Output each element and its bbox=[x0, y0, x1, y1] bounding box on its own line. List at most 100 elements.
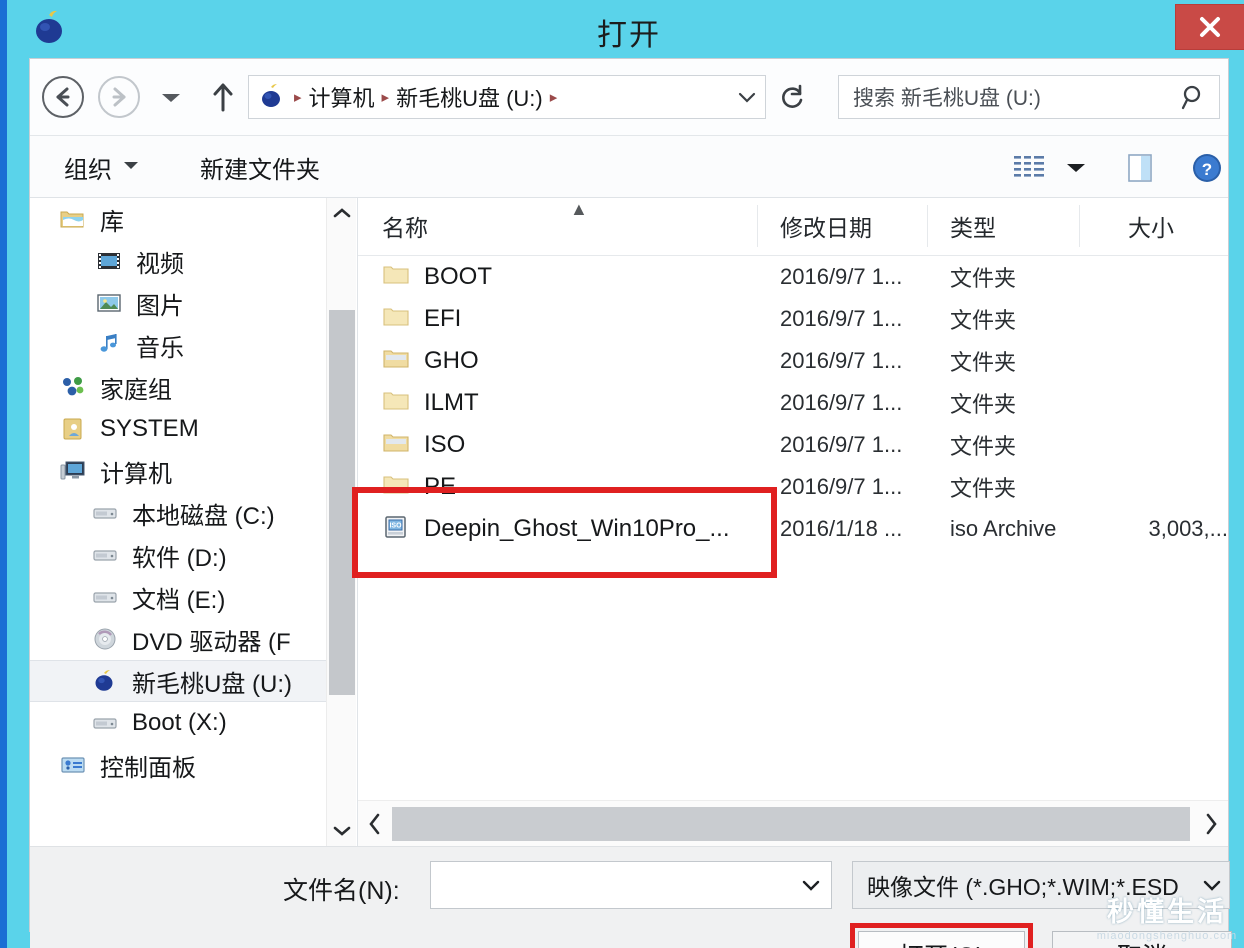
svg-text:ISO: ISO bbox=[389, 522, 402, 529]
cancel-button-label: 取消 bbox=[1117, 937, 1167, 948]
breadcrumb-item-usb[interactable]: 新毛桃U盘 (U:) bbox=[396, 81, 543, 113]
folder-icon bbox=[382, 304, 410, 335]
column-header-type-label: 类型 bbox=[950, 215, 996, 241]
up-button[interactable] bbox=[206, 79, 240, 117]
close-button[interactable] bbox=[1175, 4, 1244, 50]
cell-name: ILMT bbox=[358, 388, 758, 419]
svg-text:?: ? bbox=[1202, 160, 1212, 179]
content-area: 库视频 图片 音乐 家庭组 SYSTEM 计算机本地磁盘 (C:) 软件 (D:) 文档 (E… bbox=[30, 198, 1228, 846]
drive-icon bbox=[88, 582, 122, 612]
cell-date: 2016/9/7 1... bbox=[780, 306, 903, 331]
sidebar-item-label: 控制面板 bbox=[100, 754, 196, 782]
forward-button[interactable] bbox=[98, 76, 140, 118]
column-header-name[interactable]: 名称 ▲ bbox=[358, 197, 758, 255]
horizontal-scroll-track[interactable] bbox=[392, 806, 1194, 841]
list-view-icon[interactable] bbox=[1008, 150, 1052, 186]
column-header-size-label: 大小 bbox=[1128, 215, 1174, 241]
cell-name: PE bbox=[358, 472, 758, 503]
file-name: ISO bbox=[424, 431, 466, 458]
arrow-left-icon bbox=[56, 87, 70, 107]
arrow-right-icon bbox=[112, 87, 126, 107]
cell-date: 2016/9/7 1... bbox=[780, 432, 903, 457]
sidebar-item-10[interactable]: DVD 驱动器 (F bbox=[30, 618, 326, 660]
sidebar-item-1[interactable]: 视频 bbox=[30, 240, 326, 282]
library-folder-icon bbox=[56, 204, 90, 234]
address-bar[interactable]: ▸ 计算机 ▸ 新毛桃U盘 (U:) ▸ bbox=[248, 75, 766, 119]
drive-icon bbox=[88, 708, 122, 738]
sidebar-item-2[interactable]: 图片 bbox=[30, 282, 326, 324]
breadcrumb-separator: ▸ bbox=[549, 89, 558, 106]
sidebar-item-4[interactable]: 家庭组 bbox=[30, 366, 326, 408]
caret-down-icon bbox=[122, 158, 140, 176]
folder-icon bbox=[382, 262, 410, 293]
horizontal-scroll-thumb[interactable] bbox=[392, 806, 1190, 841]
sidebar-item-7[interactable]: 本地磁盘 (C:) bbox=[30, 492, 326, 534]
search-placeholder: 搜索 新毛桃U盘 (U:) bbox=[853, 87, 1041, 110]
help-icon[interactable]: ? bbox=[1188, 149, 1226, 187]
navigation-pane: 库视频 图片 音乐 家庭组 SYSTEM 计算机本地磁盘 (C:) 软件 (D:) 文档 (E… bbox=[30, 198, 326, 846]
sidebar-scroll-thumb[interactable] bbox=[329, 310, 355, 695]
cell-type: 文件夹 bbox=[950, 476, 1017, 501]
navigation-bar: ▸ 计算机 ▸ 新毛桃U盘 (U:) ▸ 搜索 新毛桃U盘 (U:) bbox=[30, 59, 1228, 136]
bottom-panel: 文件名(N): 映像文件 (*.GHO;*.WIM;*.ESD bbox=[30, 846, 1230, 931]
address-dropdown-button[interactable] bbox=[729, 76, 765, 118]
preview-pane-icon[interactable] bbox=[1120, 149, 1160, 187]
sidebar-item-8[interactable]: 软件 (D:) bbox=[30, 534, 326, 576]
chevron-down-icon[interactable] bbox=[1195, 879, 1229, 892]
refresh-button[interactable] bbox=[766, 75, 818, 119]
breadcrumb-separator: ▸ bbox=[294, 89, 302, 106]
table-row[interactable]: PE 2016/9/7 1... 文件夹 bbox=[358, 466, 1228, 508]
table-row[interactable]: ILMT 2016/9/7 1... 文件夹 bbox=[358, 382, 1228, 424]
filename-input[interactable] bbox=[430, 861, 832, 909]
sidebar-item-0[interactable]: 库 bbox=[30, 198, 326, 240]
breadcrumb-item-computer[interactable]: 计算机 bbox=[309, 81, 375, 113]
sidebar-item-6[interactable]: 计算机 bbox=[30, 450, 326, 492]
sidebar-item-5[interactable]: SYSTEM bbox=[30, 408, 326, 450]
table-row[interactable]: ISO 2016/9/7 1... 文件夹 bbox=[358, 424, 1228, 466]
chevron-right-icon[interactable] bbox=[1194, 802, 1228, 846]
cell-size: 3,003,... bbox=[1148, 516, 1228, 541]
sidebar-scrollbar[interactable] bbox=[326, 198, 356, 846]
new-folder-button[interactable]: 新建文件夹 bbox=[200, 148, 320, 186]
cell-date: 2016/9/7 1... bbox=[780, 264, 903, 289]
column-header-size[interactable]: 大小 bbox=[1080, 197, 1228, 255]
table-row[interactable]: GHO 2016/9/7 1... 文件夹 bbox=[358, 340, 1228, 382]
chevron-left-icon[interactable] bbox=[358, 802, 392, 846]
sidebar-item-12[interactable]: Boot (X:) bbox=[30, 702, 326, 744]
view-dropdown-button[interactable] bbox=[1062, 156, 1090, 180]
sidebar-item-13[interactable]: 控制面板 bbox=[30, 744, 326, 786]
cancel-button[interactable]: 取消 bbox=[1052, 931, 1232, 948]
cell-type: 文件夹 bbox=[950, 392, 1017, 417]
sidebar-item-label: 新毛桃U盘 (U:) bbox=[132, 670, 292, 698]
drive-icon bbox=[88, 540, 122, 570]
sidebar-item-label: 软件 (D:) bbox=[132, 544, 227, 572]
file-type-filter-select[interactable]: 映像文件 (*.GHO;*.WIM;*.ESD bbox=[852, 861, 1230, 909]
filename-dropdown-button[interactable] bbox=[791, 862, 831, 908]
sidebar-item-label: 本地磁盘 (C:) bbox=[132, 502, 275, 530]
table-row[interactable]: BOOT 2016/9/7 1... 文件夹 bbox=[358, 256, 1228, 298]
chevron-down-icon bbox=[738, 92, 756, 103]
chevron-down-icon bbox=[162, 94, 180, 102]
recent-locations-button[interactable] bbox=[158, 87, 184, 109]
column-header-date[interactable]: 修改日期 bbox=[758, 197, 928, 255]
search-input[interactable]: 搜索 新毛桃U盘 (U:) bbox=[838, 75, 1220, 119]
file-name: PE bbox=[424, 473, 457, 500]
sidebar-item-3[interactable]: 音乐 bbox=[30, 324, 326, 366]
cell-name: ISO bbox=[358, 430, 758, 461]
drive-icon bbox=[88, 498, 122, 528]
filename-label: 文件名(N): bbox=[283, 877, 400, 905]
organize-button[interactable]: 组织 bbox=[64, 148, 140, 186]
column-header-type[interactable]: 类型 bbox=[928, 197, 1080, 255]
horizontal-scrollbar[interactable] bbox=[358, 800, 1228, 846]
sidebar-item-11[interactable]: 新毛桃U盘 (U:) bbox=[30, 660, 326, 702]
search-icon[interactable] bbox=[1169, 83, 1219, 111]
table-row[interactable]: ISO Deepin_Ghost_Win10Pro_... 2016/1/18 ..… bbox=[358, 508, 1228, 550]
chevron-down-icon[interactable] bbox=[327, 816, 357, 846]
back-button[interactable] bbox=[42, 76, 84, 118]
toolbar: 组织 新建文件夹 ? bbox=[30, 136, 1228, 198]
table-row[interactable]: EFI 2016/9/7 1... 文件夹 bbox=[358, 298, 1228, 340]
sidebar-item-9[interactable]: 文档 (E:) bbox=[30, 576, 326, 618]
open-button[interactable]: 打开(O) bbox=[858, 931, 1025, 948]
chevron-up-icon[interactable] bbox=[327, 198, 357, 228]
cell-name: EFI bbox=[358, 304, 758, 335]
